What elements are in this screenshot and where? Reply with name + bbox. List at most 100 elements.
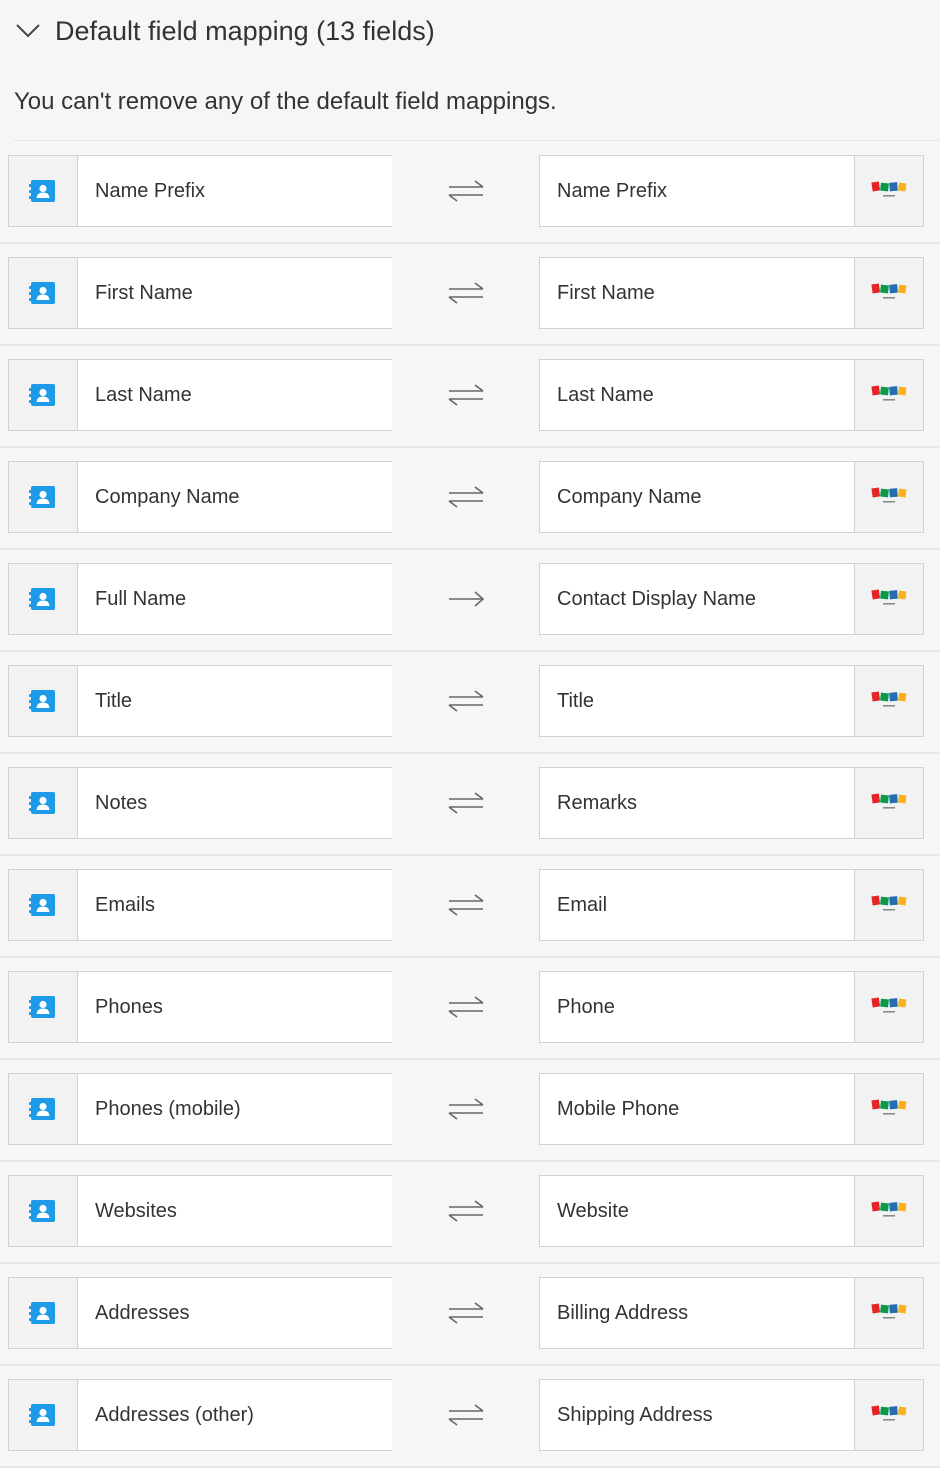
zoho-books-logo <box>871 895 907 911</box>
mapping-row: Addresses (other) Shipping Address <box>0 1366 940 1468</box>
source-app-cell <box>9 768 78 838</box>
section-title: Default field mapping (13 fields) <box>55 16 435 46</box>
source-field-label: First Name <box>95 281 193 304</box>
target-field: Website <box>539 1175 924 1247</box>
source-field: First Name <box>8 257 392 329</box>
section-note: You can't remove any of the default fiel… <box>14 88 557 115</box>
contacts-app-icon <box>29 1404 55 1426</box>
section-toggle-header[interactable]: Default field mapping (13 fields) <box>0 0 940 62</box>
contacts-app-icon <box>29 894 55 916</box>
mapping-row: Name Prefix Name Prefix <box>0 142 940 244</box>
zoho-books-logo <box>871 589 907 605</box>
target-app-cell <box>854 972 923 1042</box>
mapping-row: Full Name Contact Display Name <box>0 550 940 652</box>
source-field-label: Addresses <box>95 1301 190 1324</box>
target-app-cell <box>854 1176 923 1246</box>
target-field-label: Phone <box>557 995 615 1018</box>
source-field-label: Phones (mobile) <box>95 1097 241 1120</box>
mapping-row: Websites Website <box>0 1162 940 1264</box>
target-field: First Name <box>539 257 924 329</box>
source-field: Phones (mobile) <box>8 1073 392 1145</box>
source-field: Phones <box>8 971 392 1043</box>
one-way-arrow-icon <box>449 591 485 607</box>
source-app-cell <box>9 462 78 532</box>
two-way-sync-arrows-icon <box>448 384 484 406</box>
contacts-app-icon <box>29 384 55 406</box>
target-field: Contact Display Name <box>539 563 924 635</box>
zoho-books-logo <box>871 1405 907 1421</box>
target-app-cell <box>854 462 923 532</box>
target-app-cell <box>854 1380 923 1450</box>
contacts-app-icon <box>29 486 55 508</box>
source-field-label: Notes <box>95 791 148 814</box>
target-field-label: Name Prefix <box>557 179 668 202</box>
mapping-row: Title Title <box>0 652 940 754</box>
zoho-books-logo <box>871 793 907 809</box>
target-field: Mobile Phone <box>539 1073 924 1145</box>
mapping-row: First Name First Name <box>0 244 940 346</box>
target-field-label: Billing Address <box>557 1301 689 1324</box>
target-field-label: Website <box>557 1199 629 1222</box>
source-field-label: Full Name <box>95 587 187 610</box>
target-field-label: Company Name <box>557 485 702 508</box>
target-app-cell <box>854 1074 923 1144</box>
source-app-cell <box>9 870 78 940</box>
target-field-label: Remarks <box>557 791 638 814</box>
two-way-sync-arrows-icon <box>448 690 484 712</box>
target-app-cell <box>854 360 923 430</box>
zoho-books-logo <box>871 283 907 299</box>
contacts-app-icon <box>29 1098 55 1120</box>
zoho-books-logo <box>871 691 907 707</box>
target-app-cell <box>854 156 923 226</box>
mapping-row: Company Name Company Name <box>0 448 940 550</box>
two-way-sync-arrows-icon <box>448 1200 484 1222</box>
source-field: Addresses (other) <box>8 1379 392 1451</box>
target-field: Shipping Address <box>539 1379 924 1451</box>
two-way-sync-arrows-icon <box>448 282 484 304</box>
contacts-app-icon <box>29 282 55 304</box>
source-field-label: Phones <box>95 995 163 1018</box>
source-app-cell <box>9 972 78 1042</box>
source-app-cell <box>9 156 78 226</box>
divider <box>14 140 940 141</box>
contacts-app-icon <box>29 1302 55 1324</box>
target-field: Company Name <box>539 461 924 533</box>
source-field: Websites <box>8 1175 392 1247</box>
mapping-row: Addresses Billing Address <box>0 1264 940 1366</box>
two-way-sync-arrows-icon <box>448 1404 484 1426</box>
target-field: Remarks <box>539 767 924 839</box>
target-field-label: Email <box>557 893 608 916</box>
two-way-sync-arrows-icon <box>448 1098 484 1120</box>
source-field-label: Title <box>95 689 133 712</box>
target-app-cell <box>854 666 923 736</box>
source-app-cell <box>9 258 78 328</box>
target-app-cell <box>854 870 923 940</box>
source-app-cell <box>9 1278 78 1348</box>
source-field: Last Name <box>8 359 392 431</box>
zoho-books-logo <box>871 1303 907 1319</box>
contacts-app-icon <box>29 996 55 1018</box>
source-app-cell <box>9 360 78 430</box>
zoho-books-logo <box>871 385 907 401</box>
zoho-books-logo <box>871 487 907 503</box>
source-app-cell <box>9 1380 78 1450</box>
source-field-label: Emails <box>95 893 156 916</box>
zoho-books-logo <box>871 181 907 197</box>
chevron-down-icon[interactable] <box>14 20 42 40</box>
target-field-label: Shipping Address <box>557 1403 713 1426</box>
source-app-cell <box>9 1176 78 1246</box>
zoho-books-logo <box>871 997 907 1013</box>
source-app-cell <box>9 666 78 736</box>
two-way-sync-arrows-icon <box>448 792 484 814</box>
target-field: Title <box>539 665 924 737</box>
target-field: Name Prefix <box>539 155 924 227</box>
contacts-app-icon <box>29 1200 55 1222</box>
target-field: Billing Address <box>539 1277 924 1349</box>
source-field: Addresses <box>8 1277 392 1349</box>
target-field-label: Mobile Phone <box>557 1097 680 1120</box>
target-field-label: Contact Display Name <box>557 587 756 610</box>
two-way-sync-arrows-icon <box>448 894 484 916</box>
two-way-sync-arrows-icon <box>448 996 484 1018</box>
target-field-label: Title <box>557 689 595 712</box>
source-field-label: Name Prefix <box>95 179 206 202</box>
